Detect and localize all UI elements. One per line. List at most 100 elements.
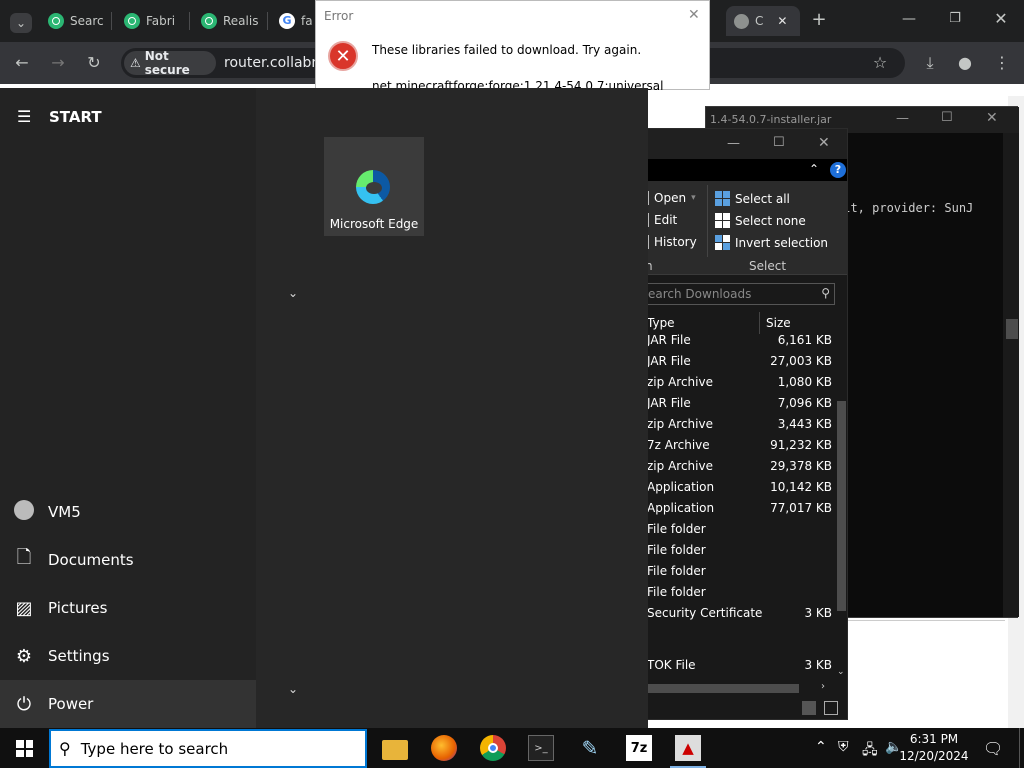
select-none-icon xyxy=(715,213,730,228)
new-tab-button[interactable]: + xyxy=(809,11,829,29)
tab-google[interactable]: Gfal xyxy=(279,6,313,36)
ribbon-history-button[interactable]: History xyxy=(645,235,697,249)
minimize-icon[interactable]: — xyxy=(899,11,919,27)
console-scrollbar[interactable] xyxy=(1003,133,1019,617)
start-item-pictures[interactable]: ▨ Pictures xyxy=(0,584,256,632)
expand-group-chevron-icon[interactable]: ⌄ xyxy=(288,286,298,300)
console-scroll-thumb[interactable] xyxy=(1006,319,1018,339)
expand-group-chevron-icon[interactable]: ⌄ xyxy=(288,682,298,696)
ribbon-invert-selection-button[interactable]: Invert selection xyxy=(715,235,828,250)
search-icon[interactable]: ⚲ xyxy=(821,286,830,300)
ribbon-select-none-button[interactable]: Select none xyxy=(715,213,806,228)
security-tray-icon[interactable]: ⛨ xyxy=(838,739,849,755)
tab-fabric[interactable]: Fabri xyxy=(124,6,182,36)
scroll-right-arrow-icon[interactable]: › xyxy=(821,681,825,692)
table-row[interactable]: File folder xyxy=(641,519,836,540)
tab-search-chevron-icon[interactable]: ⌄ xyxy=(10,13,32,33)
console-close-icon[interactable]: ✕ xyxy=(986,110,998,126)
windows-start-icon[interactable] xyxy=(16,740,33,757)
chrome-taskbar-icon[interactable] xyxy=(480,735,506,761)
collapse-ribbon-icon[interactable]: ⌃ xyxy=(809,162,819,176)
table-row[interactable]: Application 10,142 KB xyxy=(641,477,836,498)
document-icon: 🗋 xyxy=(16,547,32,568)
table-row[interactable]: zip Archive 29,378 KB xyxy=(641,456,836,477)
ribbon-open-button[interactable]: Open ▾ xyxy=(645,191,696,205)
table-row[interactable]: JAR File 7,096 KB xyxy=(641,393,836,414)
search-downloads-input[interactable]: earch Downloads ⚲ xyxy=(645,283,835,305)
window-close-icon[interactable]: ✕ xyxy=(991,11,1011,27)
download-icon[interactable]: ⤓ xyxy=(920,55,940,71)
table-row[interactable]: Application 77,017 KB xyxy=(641,498,836,519)
notepad-taskbar-icon[interactable]: ✎ xyxy=(577,735,603,761)
notifications-icon[interactable]: 🗨 xyxy=(983,739,1003,758)
error-icon: ✕ xyxy=(328,41,358,71)
start-item-documents[interactable]: 🗋 Documents xyxy=(0,536,256,584)
table-row[interactable]: File folder xyxy=(641,540,836,561)
details-view-icon[interactable] xyxy=(802,701,816,715)
file-explorer-window[interactable]: — ☐ ✕ ⌃ ? Open ▾ Edit History Select all … xyxy=(640,128,848,720)
column-header-type[interactable]: Type xyxy=(647,316,675,330)
show-desktop-button[interactable] xyxy=(1019,728,1020,768)
hamburger-icon[interactable]: ☰ xyxy=(17,107,31,126)
start-item-settings[interactable]: ⚙ Settings xyxy=(0,632,256,680)
reload-icon[interactable]: ↻ xyxy=(84,55,104,71)
ribbon-select-group-label: Select xyxy=(749,259,787,273)
console-maximize-icon[interactable]: ☐ xyxy=(941,110,953,125)
tab-realis[interactable]: Realis xyxy=(201,6,259,36)
back-icon[interactable]: ← xyxy=(12,55,32,71)
firefox-taskbar-icon[interactable] xyxy=(431,735,457,761)
table-row[interactable]: TOK File 3 KB xyxy=(641,655,836,676)
error-dialog[interactable]: Error ✕ ✕ These libraries failed to down… xyxy=(315,0,710,93)
profile-icon[interactable]: ● xyxy=(955,55,975,71)
show-hidden-icons-icon[interactable]: ⌃ xyxy=(815,739,827,755)
large-icons-view-icon[interactable] xyxy=(824,701,838,715)
row-size: 29,378 KB xyxy=(770,459,832,473)
table-row[interactable]: File folder xyxy=(641,561,836,582)
explorer-vertical-scroll-thumb[interactable] xyxy=(837,401,846,611)
explorer-minimize-icon[interactable]: — xyxy=(727,136,740,151)
tab-search[interactable]: Searc xyxy=(48,6,104,36)
forward-icon[interactable]: → xyxy=(48,55,68,71)
network-tray-icon[interactable]: 🖧 xyxy=(862,739,878,763)
table-row[interactable]: File folder xyxy=(641,582,836,603)
menu-kebab-icon[interactable]: ⋮ xyxy=(992,55,1012,71)
error-close-icon[interactable]: ✕ xyxy=(688,7,700,23)
help-icon[interactable]: ? xyxy=(830,162,846,178)
restore-icon[interactable]: ❐ xyxy=(945,11,965,27)
start-item-power[interactable]: ⏻ Power xyxy=(0,680,256,728)
console-minimize-icon[interactable]: — xyxy=(896,111,909,126)
row-type: Application xyxy=(647,480,715,494)
file-explorer-taskbar-icon[interactable] xyxy=(382,740,408,760)
ribbon-select-all-button[interactable]: Select all xyxy=(715,191,790,206)
table-row[interactable]: JAR File 27,003 KB xyxy=(641,351,836,372)
table-row[interactable]: zip Archive 1,080 KB xyxy=(641,372,836,393)
table-row[interactable]: zip Archive 3,443 KB xyxy=(641,414,836,435)
tab-active[interactable]: C ✕ xyxy=(726,6,800,36)
explorer-horizontal-scroll-thumb[interactable] xyxy=(647,684,799,693)
security-chip[interactable]: ⚠ Not secure xyxy=(124,49,216,77)
explorer-maximize-icon[interactable]: ☐ xyxy=(773,135,785,150)
row-type: JAR File xyxy=(647,396,691,410)
tab-favicon-icon xyxy=(201,13,217,29)
table-row[interactable]: Security Certificate 3 KB xyxy=(641,603,836,624)
row-size: 77,017 KB xyxy=(770,501,832,515)
terminal-taskbar-icon[interactable]: >_ xyxy=(528,735,554,761)
explorer-titlebar: — ☐ ✕ xyxy=(641,129,847,159)
url-text[interactable]: router.collabne xyxy=(224,55,329,71)
installer-taskbar-icon[interactable]: ▲ xyxy=(675,735,701,761)
table-row[interactable]: 7z Archive 91,232 KB xyxy=(641,435,836,456)
column-header-size[interactable]: Size xyxy=(766,316,791,330)
taskbar-search-input[interactable]: ⚲ Type here to search xyxy=(49,729,367,768)
taskbar-clock[interactable]: 6:31 PM 12/20/2024 xyxy=(898,731,970,765)
ribbon-edit-button[interactable]: Edit xyxy=(645,213,677,227)
tab-close-icon[interactable]: ✕ xyxy=(777,14,787,28)
explorer-close-icon[interactable]: ✕ xyxy=(818,135,830,151)
ribbon-divider xyxy=(707,185,708,257)
table-row[interactable]: JAR File 6,161 KB xyxy=(641,330,836,351)
start-item-user[interactable]: VM5 xyxy=(0,488,256,536)
7zip-taskbar-icon[interactable]: 7z xyxy=(626,735,652,761)
row-type: File folder xyxy=(647,522,706,536)
bookmark-star-icon[interactable]: ☆ xyxy=(870,55,890,71)
scroll-down-arrow-icon[interactable]: ⌄ xyxy=(837,667,845,677)
start-menu-title: START xyxy=(49,108,102,126)
